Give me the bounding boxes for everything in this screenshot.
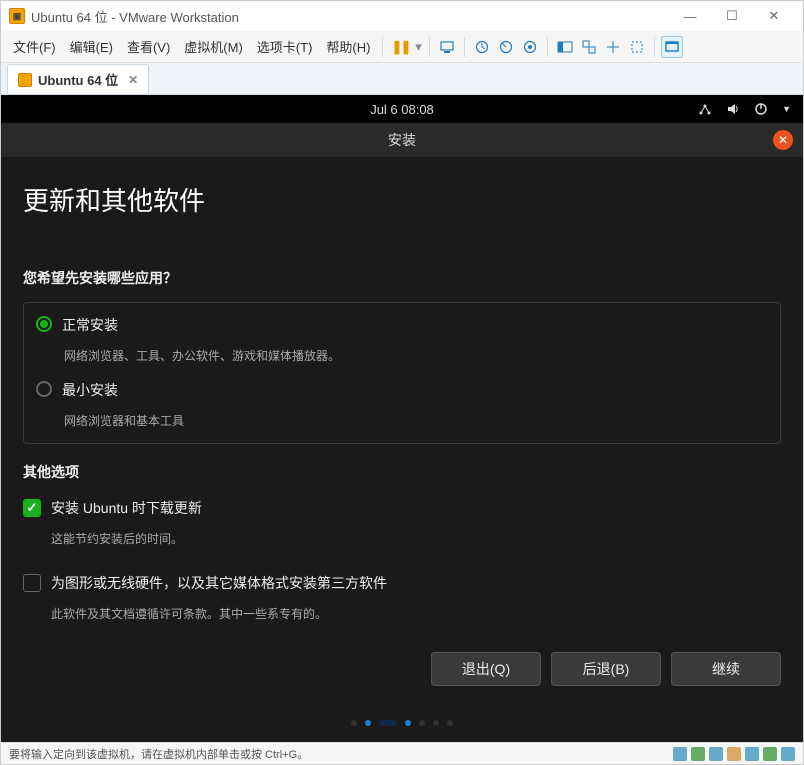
- installer-body: 更新和其他软件 您希望先安装哪些应用？ 正常安装 网络浏览器、工具、办公软件、游…: [1, 157, 803, 700]
- sound-icon[interactable]: [726, 102, 740, 116]
- download-updates-option[interactable]: ✓ 安装 Ubuntu 时下载更新: [23, 494, 781, 526]
- pause-button[interactable]: ❚❚: [389, 36, 411, 58]
- normal-install-option[interactable]: 正常安装: [36, 311, 768, 343]
- checkbox-thirdparty[interactable]: [23, 574, 41, 592]
- step-dot: [433, 720, 439, 726]
- step-dot: [447, 720, 453, 726]
- progress-dots: [1, 700, 803, 742]
- snapshot-revert-icon[interactable]: [495, 36, 517, 58]
- continue-button[interactable]: 继续: [671, 652, 781, 686]
- vmware-logo-icon: ▣: [9, 8, 25, 24]
- fullscreen-button[interactable]: [661, 36, 683, 58]
- normal-install-desc: 网络浏览器、工具、办公软件、游戏和媒体播放器。: [64, 347, 768, 364]
- menu-vm[interactable]: 虚拟机(M): [178, 33, 249, 60]
- device-disk-icon[interactable]: [673, 747, 687, 761]
- device-usb-icon[interactable]: [727, 747, 741, 761]
- minimal-install-label: 最小安装: [62, 380, 118, 400]
- stretch-icon[interactable]: [602, 36, 624, 58]
- back-button[interactable]: 后退(B): [551, 652, 661, 686]
- menu-view[interactable]: 查看(V): [121, 33, 176, 60]
- installer-header: 安装 ✕: [1, 123, 803, 157]
- titlebar[interactable]: ▣ Ubuntu 64 位 - VMware Workstation — ☐ ✕: [1, 1, 803, 31]
- checkbox-updates[interactable]: ✓: [23, 499, 41, 517]
- minimal-install-option[interactable]: 最小安装: [36, 376, 768, 408]
- quit-button[interactable]: 退出(Q): [431, 652, 541, 686]
- step-dot-current: [405, 720, 411, 726]
- installer-close-button[interactable]: ✕: [773, 130, 793, 150]
- tab-close-icon[interactable]: ✕: [128, 73, 138, 87]
- page-title: 更新和其他软件: [23, 181, 781, 218]
- snapshot-manager-icon[interactable]: [519, 36, 541, 58]
- download-updates-desc: 这能节约安装后的时间。: [51, 530, 781, 547]
- menu-edit[interactable]: 编辑(E): [64, 33, 119, 60]
- maximize-button[interactable]: ☐: [711, 8, 753, 24]
- status-hint: 要将输入定向到该虚拟机，请在虚拟机内部单击或按 Ctrl+G。: [9, 746, 308, 762]
- chevron-down-icon[interactable]: ▼: [782, 104, 791, 114]
- device-network-icon[interactable]: [709, 747, 723, 761]
- thirdparty-option[interactable]: 为图形或无线硬件，以及其它媒体格式安装第三方软件: [23, 569, 781, 601]
- device-display-icon[interactable]: [781, 747, 795, 761]
- thirdparty-label: 为图形或无线硬件，以及其它媒体格式安装第三方软件: [51, 573, 387, 593]
- vm-tab-icon: [18, 73, 32, 87]
- menu-tabs[interactable]: 选项卡(T): [251, 33, 319, 60]
- clock[interactable]: Jul 6 08:08: [370, 102, 434, 117]
- menu-help[interactable]: 帮助(H): [320, 33, 376, 60]
- step-dot: [351, 720, 357, 726]
- menu-file[interactable]: 文件(F): [7, 33, 62, 60]
- vm-tab[interactable]: Ubuntu 64 位 ✕: [7, 64, 149, 94]
- device-printer-icon[interactable]: [763, 747, 777, 761]
- status-bar: 要将输入定向到该虚拟机，请在虚拟机内部单击或按 Ctrl+G。: [1, 742, 803, 764]
- window-title: Ubuntu 64 位 - VMware Workstation: [31, 7, 239, 26]
- vmware-window: ▣ Ubuntu 64 位 - VMware Workstation — ☐ ✕…: [0, 0, 804, 765]
- device-cd-icon[interactable]: [691, 747, 705, 761]
- thirdparty-desc: 此软件及其文档遵循许可条款。其中一些系专有的。: [51, 605, 781, 622]
- step-dot: [419, 720, 425, 726]
- install-type-group: 正常安装 网络浏览器、工具、办公软件、游戏和媒体播放器。 最小安装 网络浏览器和…: [23, 302, 781, 444]
- minimize-button[interactable]: —: [669, 9, 711, 24]
- power-icon[interactable]: [754, 102, 768, 116]
- snapshot-take-icon[interactable]: [471, 36, 493, 58]
- install-question: 您希望先安装哪些应用？: [23, 268, 781, 288]
- step-bar: [379, 720, 397, 726]
- normal-install-label: 正常安装: [62, 315, 118, 335]
- ubuntu-topbar: Jul 6 08:08 ▼: [1, 95, 803, 123]
- network-icon[interactable]: [698, 102, 712, 116]
- send-ctrl-alt-del-icon[interactable]: [436, 36, 458, 58]
- dropdown-icon[interactable]: ▾: [413, 36, 423, 58]
- minimal-install-desc: 网络浏览器和基本工具: [64, 412, 768, 429]
- unity-icon[interactable]: [626, 36, 648, 58]
- download-updates-label: 安装 Ubuntu 时下载更新: [51, 498, 202, 518]
- close-button[interactable]: ✕: [753, 8, 795, 24]
- vm-tab-label: Ubuntu 64 位: [38, 70, 118, 89]
- step-dot: [365, 720, 371, 726]
- guest-display[interactable]: Jul 6 08:08 ▼ 安装 ✕ 更新和其他软件 您希望先安装哪些应用？ 正…: [1, 95, 803, 742]
- tab-row: Ubuntu 64 位 ✕: [1, 63, 803, 95]
- installer-title: 安装: [388, 130, 416, 150]
- device-sound-icon[interactable]: [745, 747, 759, 761]
- menubar: 文件(F) 编辑(E) 查看(V) 虚拟机(M) 选项卡(T) 帮助(H) ❚❚…: [1, 31, 803, 63]
- view-multiple-icon[interactable]: [578, 36, 600, 58]
- radio-normal[interactable]: [36, 316, 52, 332]
- radio-minimal[interactable]: [36, 381, 52, 397]
- view-console-icon[interactable]: [554, 36, 576, 58]
- button-row: 退出(Q) 后退(B) 继续: [23, 652, 781, 686]
- other-options-label: 其他选项: [23, 462, 781, 482]
